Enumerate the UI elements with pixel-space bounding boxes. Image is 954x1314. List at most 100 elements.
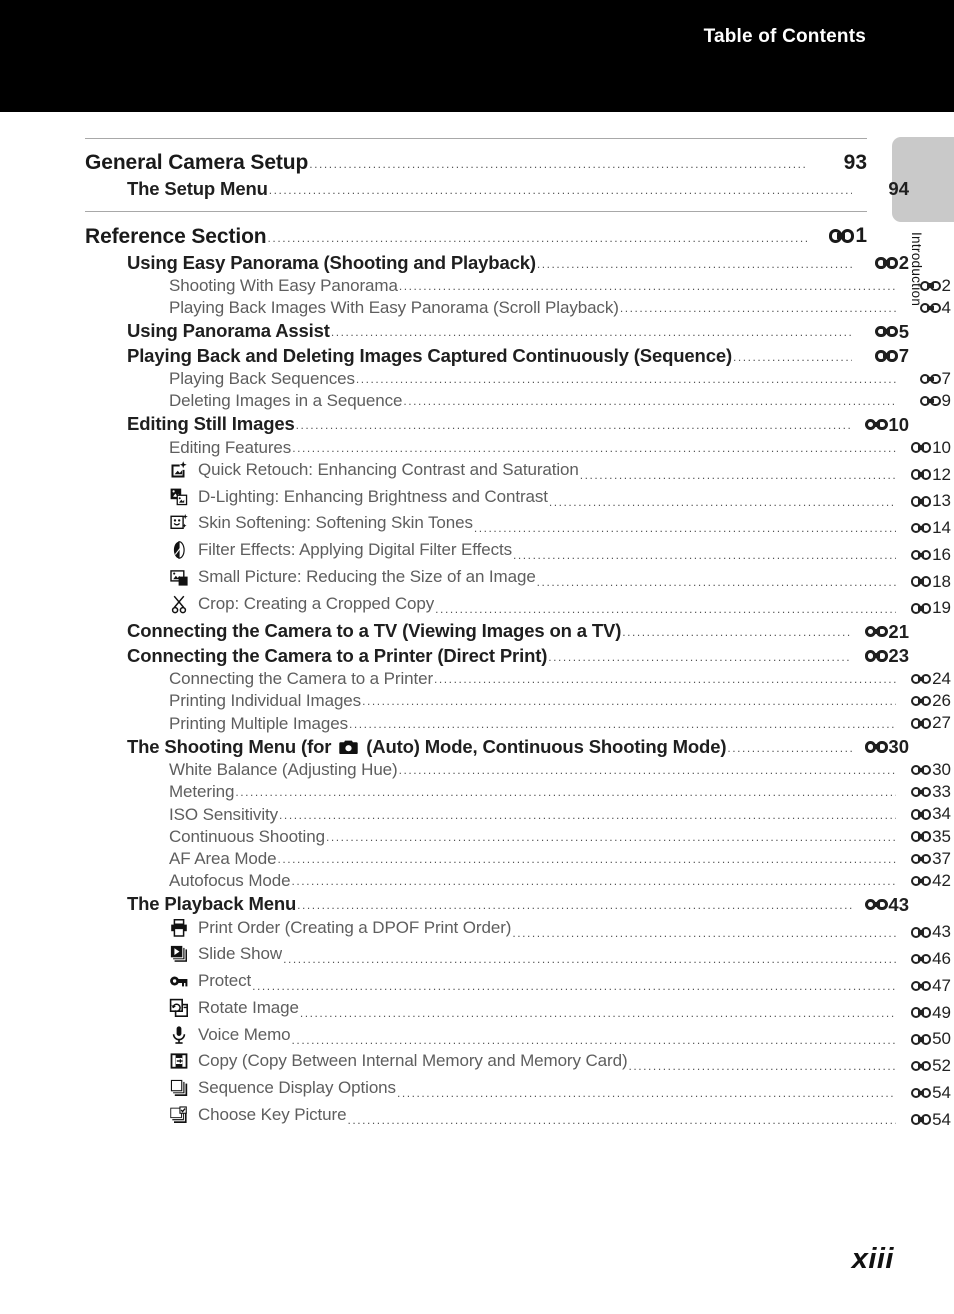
toc-entry-page: 47	[897, 976, 951, 996]
divider-middle	[85, 211, 867, 212]
reference-section-icon	[910, 442, 932, 453]
toc-entry-page: 42	[897, 871, 951, 891]
reference-section-icon	[910, 953, 932, 965]
toc-entry-page: 7	[853, 345, 909, 367]
toc-entry-page: 14	[897, 518, 951, 538]
toc-entry[interactable]: Playing Back Images With Easy Panorama (…	[169, 298, 951, 318]
toc-entry[interactable]: The Setup Menu..........................…	[127, 178, 909, 200]
toc-entry[interactable]: Connecting the Camera to a Printer (Dire…	[127, 645, 909, 667]
toc-entry-page: 54	[897, 1110, 951, 1130]
toc-entry-label: Protect	[169, 971, 251, 991]
toc-entry[interactable]: Using Easy Panorama (Shooting and Playba…	[127, 252, 909, 274]
toc-entry[interactable]: Rotate Image............................…	[169, 998, 951, 1023]
toc-entry[interactable]: Slide Show..............................…	[169, 944, 951, 969]
page-number-value: 14	[932, 518, 951, 538]
toc-entry[interactable]: General Camera Setup....................…	[85, 151, 867, 175]
toc-entry[interactable]: Small Picture: Reducing the Size of an I…	[169, 567, 951, 592]
toc-entry[interactable]: Editing Still Images....................…	[127, 413, 909, 435]
toc-entry[interactable]: Reference Section.......................…	[85, 224, 867, 249]
toc-entry[interactable]: Filter Effects: Applying Digital Filter …	[169, 540, 951, 565]
toc-entry[interactable]: Voice Memo..............................…	[169, 1025, 951, 1050]
toc-entry[interactable]: Playing Back and Deleting Images Capture…	[127, 345, 909, 367]
leader-dots: ........................................…	[473, 521, 896, 536]
reference-section-icon	[910, 764, 932, 776]
toc-entry[interactable]: Deleting Images in a Sequence...........…	[169, 391, 951, 411]
toc-entry[interactable]: Using Panorama Assist...................…	[127, 320, 909, 342]
camera-auto-mode-icon	[339, 740, 358, 755]
toc-entry[interactable]: Connecting the Camera to a TV (Viewing I…	[127, 620, 909, 642]
page-number-value: 30	[888, 735, 909, 757]
slide-show-icon	[169, 944, 189, 964]
crop-scissors-icon	[169, 594, 189, 614]
reference-section-icon	[919, 373, 941, 385]
toc-entry[interactable]: D-Lighting: Enhancing Brightness and Con…	[169, 487, 951, 512]
toc-entry-page: 43	[897, 922, 951, 942]
toc-entry-label: Playing Back Images With Easy Panorama (…	[169, 298, 619, 318]
toc-entry-label: Printing Individual Images	[169, 691, 362, 711]
print-order-icon	[169, 918, 189, 938]
reference-section-icon	[910, 496, 932, 507]
toc-entry[interactable]: Print Order (Creating a DPOF Print Order…	[169, 918, 951, 943]
toc-entry-text: D-Lighting: Enhancing Brightness and Con…	[198, 486, 548, 506]
toc-entry-text: Print Order (Creating a DPOF Print Order…	[198, 917, 512, 937]
leader-dots: ........................................…	[732, 349, 852, 364]
toc-entry[interactable]: Sequence Display Options................…	[169, 1078, 951, 1103]
toc-entry-label: Connecting the Camera to a TV (Viewing I…	[127, 620, 622, 642]
toc-entry-label: White Balance (Adjusting Hue)	[169, 760, 398, 780]
toc-entry[interactable]: Playing Back Sequences..................…	[169, 369, 951, 389]
reference-section-icon	[875, 350, 898, 363]
reference-section-icon	[864, 625, 888, 638]
page-number-value: 42	[932, 871, 951, 891]
leader-dots: ........................................…	[279, 807, 896, 822]
toc-entry-page: 27	[897, 713, 951, 733]
toc-entry[interactable]: Continuous Shooting.....................…	[169, 827, 951, 847]
toc-entry-text: Voice Memo	[198, 1024, 291, 1044]
page-number-value: 7	[941, 368, 951, 388]
toc-entry-label: Small Picture: Reducing the Size of an I…	[169, 567, 536, 587]
toc-entry[interactable]: Shooting With Easy Panorama.............…	[169, 276, 951, 296]
toc-entry[interactable]: The Playback Menu.......................…	[127, 893, 909, 915]
page-number-value: 18	[932, 571, 951, 591]
toc-entry[interactable]: ISO Sensitivity.........................…	[169, 804, 951, 824]
toc-entry[interactable]: The Shooting Menu (for (Auto) Mode, Cont…	[127, 736, 909, 758]
page-number-value: 7	[898, 344, 909, 366]
toc-entry-label: The Shooting Menu (for (Auto) Mode, Cont…	[127, 736, 726, 758]
toc-entry[interactable]: Crop: Creating a Cropped Copy...........…	[169, 594, 951, 619]
reference-section-icon	[875, 257, 898, 269]
toc-entry-page: 21	[853, 621, 909, 643]
toc-entry-text: Slide Show	[198, 944, 283, 964]
toc-entry[interactable]: White Balance (Adjusting Hue)...........…	[169, 760, 951, 780]
toc-entry-page: 10	[853, 414, 909, 436]
toc-entry[interactable]: Editing Features........................…	[169, 438, 951, 458]
toc-entry-page: 94	[853, 178, 909, 200]
toc-entry-page: 10	[897, 438, 951, 458]
toc-entry-text: Copy (Copy Between Internal Memory and M…	[198, 1051, 628, 1071]
page-number-value: 54	[932, 1109, 951, 1129]
page-number-value: 46	[932, 949, 951, 969]
toc-entry-label: Playing Back Sequences	[169, 369, 355, 389]
toc-entry-text: Small Picture: Reducing the Size of an I…	[198, 566, 536, 586]
leader-dots: ........................................…	[297, 898, 852, 913]
toc-entry-label: Voice Memo	[169, 1025, 291, 1045]
leader-dots: ........................................…	[325, 829, 896, 844]
skin-softening-icon	[169, 513, 189, 533]
page-number-value: 43	[888, 893, 909, 915]
reference-section-icon	[919, 395, 941, 407]
toc-entry[interactable]: Copy (Copy Between Internal Memory and M…	[169, 1051, 951, 1076]
toc-entry[interactable]: Printing Multiple Images................…	[169, 713, 951, 733]
page-number-value: 9	[941, 391, 951, 411]
page-title: Table of Contents	[703, 26, 866, 47]
toc-entry[interactable]: Quick Retouch: Enhancing Contrast and Sa…	[169, 460, 951, 485]
toc-entry[interactable]: Skin Softening: Softening Skin Tones....…	[169, 513, 951, 538]
toc-entry[interactable]: Metering................................…	[169, 782, 951, 802]
toc-entry[interactable]: Connecting the Camera to a Printer......…	[169, 669, 951, 689]
toc-group-setup: General Camera Setup....................…	[85, 151, 909, 200]
toc-entry[interactable]: Printing Individual Images..............…	[169, 691, 951, 711]
leader-dots: ........................................…	[628, 1059, 896, 1074]
toc-entry[interactable]: Autofocus Mode..........................…	[169, 871, 951, 891]
toc-entry[interactable]: Choose Key Picture......................…	[169, 1105, 951, 1130]
quick-retouch-icon	[169, 460, 189, 480]
toc-entry-text: Rotate Image	[198, 997, 299, 1017]
toc-entry[interactable]: Protect.................................…	[169, 971, 951, 996]
toc-entry[interactable]: AF Area Mode............................…	[169, 849, 951, 869]
